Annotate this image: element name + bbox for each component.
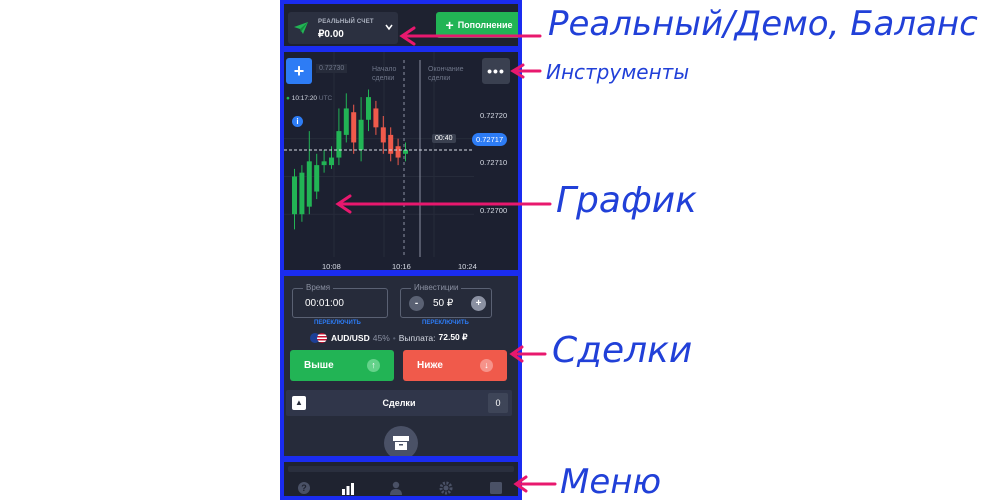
annotation-instruments: Инструменты — [546, 60, 690, 84]
annotation-arrows — [335, 26, 557, 493]
annotation-deals: Сделки — [552, 330, 693, 371]
annotation-chart: График — [556, 180, 697, 221]
annotation-menu: Меню — [560, 462, 662, 502]
annotation-real-demo-balance: Реальный/Демо, Баланс — [548, 4, 978, 44]
